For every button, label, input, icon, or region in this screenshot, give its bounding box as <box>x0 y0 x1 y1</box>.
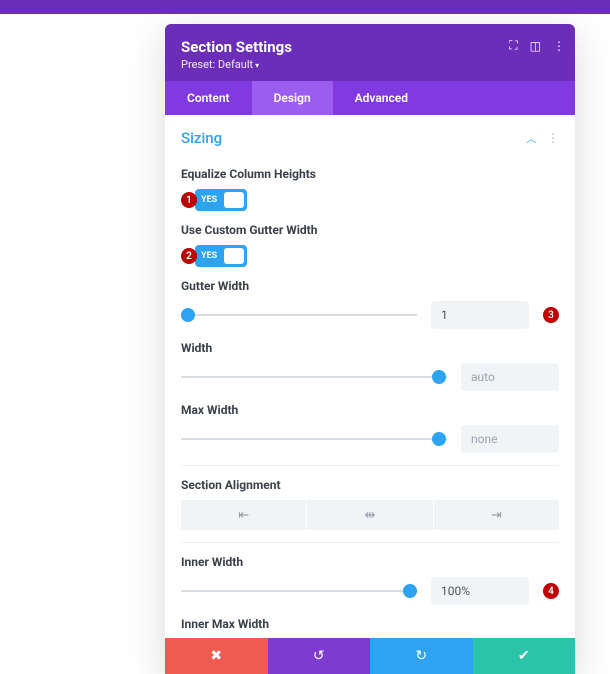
separator <box>181 465 559 466</box>
gutter-width-input[interactable] <box>431 301 529 329</box>
slider-track <box>181 438 447 440</box>
equalize-label: Equalize Column Heights <box>181 167 559 181</box>
responsive-icon[interactable]: ◫ <box>530 39 541 53</box>
tab-content[interactable]: Content <box>165 81 252 115</box>
width-input[interactable] <box>461 363 559 391</box>
width-row <box>181 363 559 391</box>
align-center-button[interactable]: ⇹ <box>306 500 432 530</box>
custom-gutter-toggle-row: 2 YES <box>181 245 559 267</box>
inner-width-slider[interactable] <box>181 582 417 600</box>
preset-selector[interactable]: Preset: Default▾ <box>181 58 559 71</box>
slider-thumb[interactable] <box>403 584 417 598</box>
page-top-bar <box>0 0 610 14</box>
cancel-button[interactable]: ✖ <box>165 638 268 674</box>
annotation-badge-2: 2 <box>181 248 197 264</box>
align-left-button[interactable]: ⇤ <box>181 500 306 530</box>
gutter-width-slider[interactable] <box>181 306 417 324</box>
undo-button[interactable]: ↺ <box>268 638 371 674</box>
undo-icon: ↺ <box>313 648 325 664</box>
section-title: Sizing <box>181 129 222 147</box>
annotation-badge-3: 3 <box>543 307 559 323</box>
tab-design[interactable]: Design <box>252 81 333 115</box>
slider-track <box>181 590 417 592</box>
chevron-up-icon[interactable]: 〈 <box>525 133 540 143</box>
gutter-width-label: Gutter Width <box>181 279 559 293</box>
max-width-row <box>181 425 559 453</box>
preset-value: Default <box>218 58 253 71</box>
section-head[interactable]: Sizing 〈 ⋮ <box>181 115 559 155</box>
check-icon: ✔ <box>518 648 530 664</box>
modal-header: Section Settings Preset: Default▾ ⛶ ◫ ⋮ <box>165 24 575 81</box>
annotation-badge-4: 4 <box>543 583 559 599</box>
slider-thumb[interactable] <box>432 432 446 446</box>
slider-track <box>181 314 417 316</box>
modal-footer: ✖ ↺ ↻ ✔ <box>165 638 575 674</box>
header-icons: ⛶ ◫ ⋮ <box>509 38 565 53</box>
equalize-toggle[interactable]: YES <box>195 189 247 211</box>
align-right-button[interactable]: ⇥ <box>433 500 559 530</box>
custom-gutter-label: Use Custom Gutter Width <box>181 223 559 237</box>
inner-width-label: Inner Width <box>181 555 559 569</box>
max-width-label: Max Width <box>181 403 559 417</box>
expand-icon[interactable]: ⛶ <box>509 38 517 53</box>
gutter-width-row: 3 <box>181 301 559 329</box>
more-icon[interactable]: ⋮ <box>553 39 565 53</box>
slider-thumb[interactable] <box>181 308 195 322</box>
custom-gutter-toggle[interactable]: YES <box>195 245 247 267</box>
inner-width-row: 4 <box>181 577 559 605</box>
annotation-badge-1: 1 <box>181 192 197 208</box>
toggle-knob <box>224 192 244 208</box>
section-alignment-row: ⇤ ⇹ ⇥ <box>181 500 559 530</box>
redo-icon: ↻ <box>415 648 427 664</box>
inner-width-input[interactable] <box>431 577 529 605</box>
toggle-yes-label: YES <box>197 195 221 205</box>
toggle-knob <box>224 248 244 264</box>
slider-thumb[interactable] <box>432 370 446 384</box>
equalize-toggle-row: 1 YES <box>181 189 559 211</box>
separator <box>181 542 559 543</box>
width-slider[interactable] <box>181 368 447 386</box>
caret-down-icon: ▾ <box>255 61 259 70</box>
slider-track <box>181 376 447 378</box>
section-alignment-label: Section Alignment <box>181 478 559 492</box>
inner-max-width-label: Inner Max Width <box>181 617 559 631</box>
max-width-input[interactable] <box>461 425 559 453</box>
tab-advanced[interactable]: Advanced <box>333 81 430 115</box>
section-options-icon[interactable]: ⋮ <box>547 131 559 145</box>
redo-button[interactable]: ↻ <box>370 638 473 674</box>
save-button[interactable]: ✔ <box>473 638 576 674</box>
section-head-icons: 〈 ⋮ <box>527 131 559 146</box>
preset-prefix: Preset: <box>181 58 218 71</box>
close-icon: ✖ <box>210 648 222 664</box>
toggle-yes-label: YES <box>197 251 221 261</box>
modal-body: Sizing 〈 ⋮ .section-icons .chev{transfor… <box>165 115 575 638</box>
modal-title: Section Settings <box>181 38 559 56</box>
width-label: Width <box>181 341 559 355</box>
max-width-slider[interactable] <box>181 430 447 448</box>
tab-bar: Content Design Advanced <box>165 81 575 115</box>
section-settings-modal: Section Settings Preset: Default▾ ⛶ ◫ ⋮ … <box>165 24 575 674</box>
